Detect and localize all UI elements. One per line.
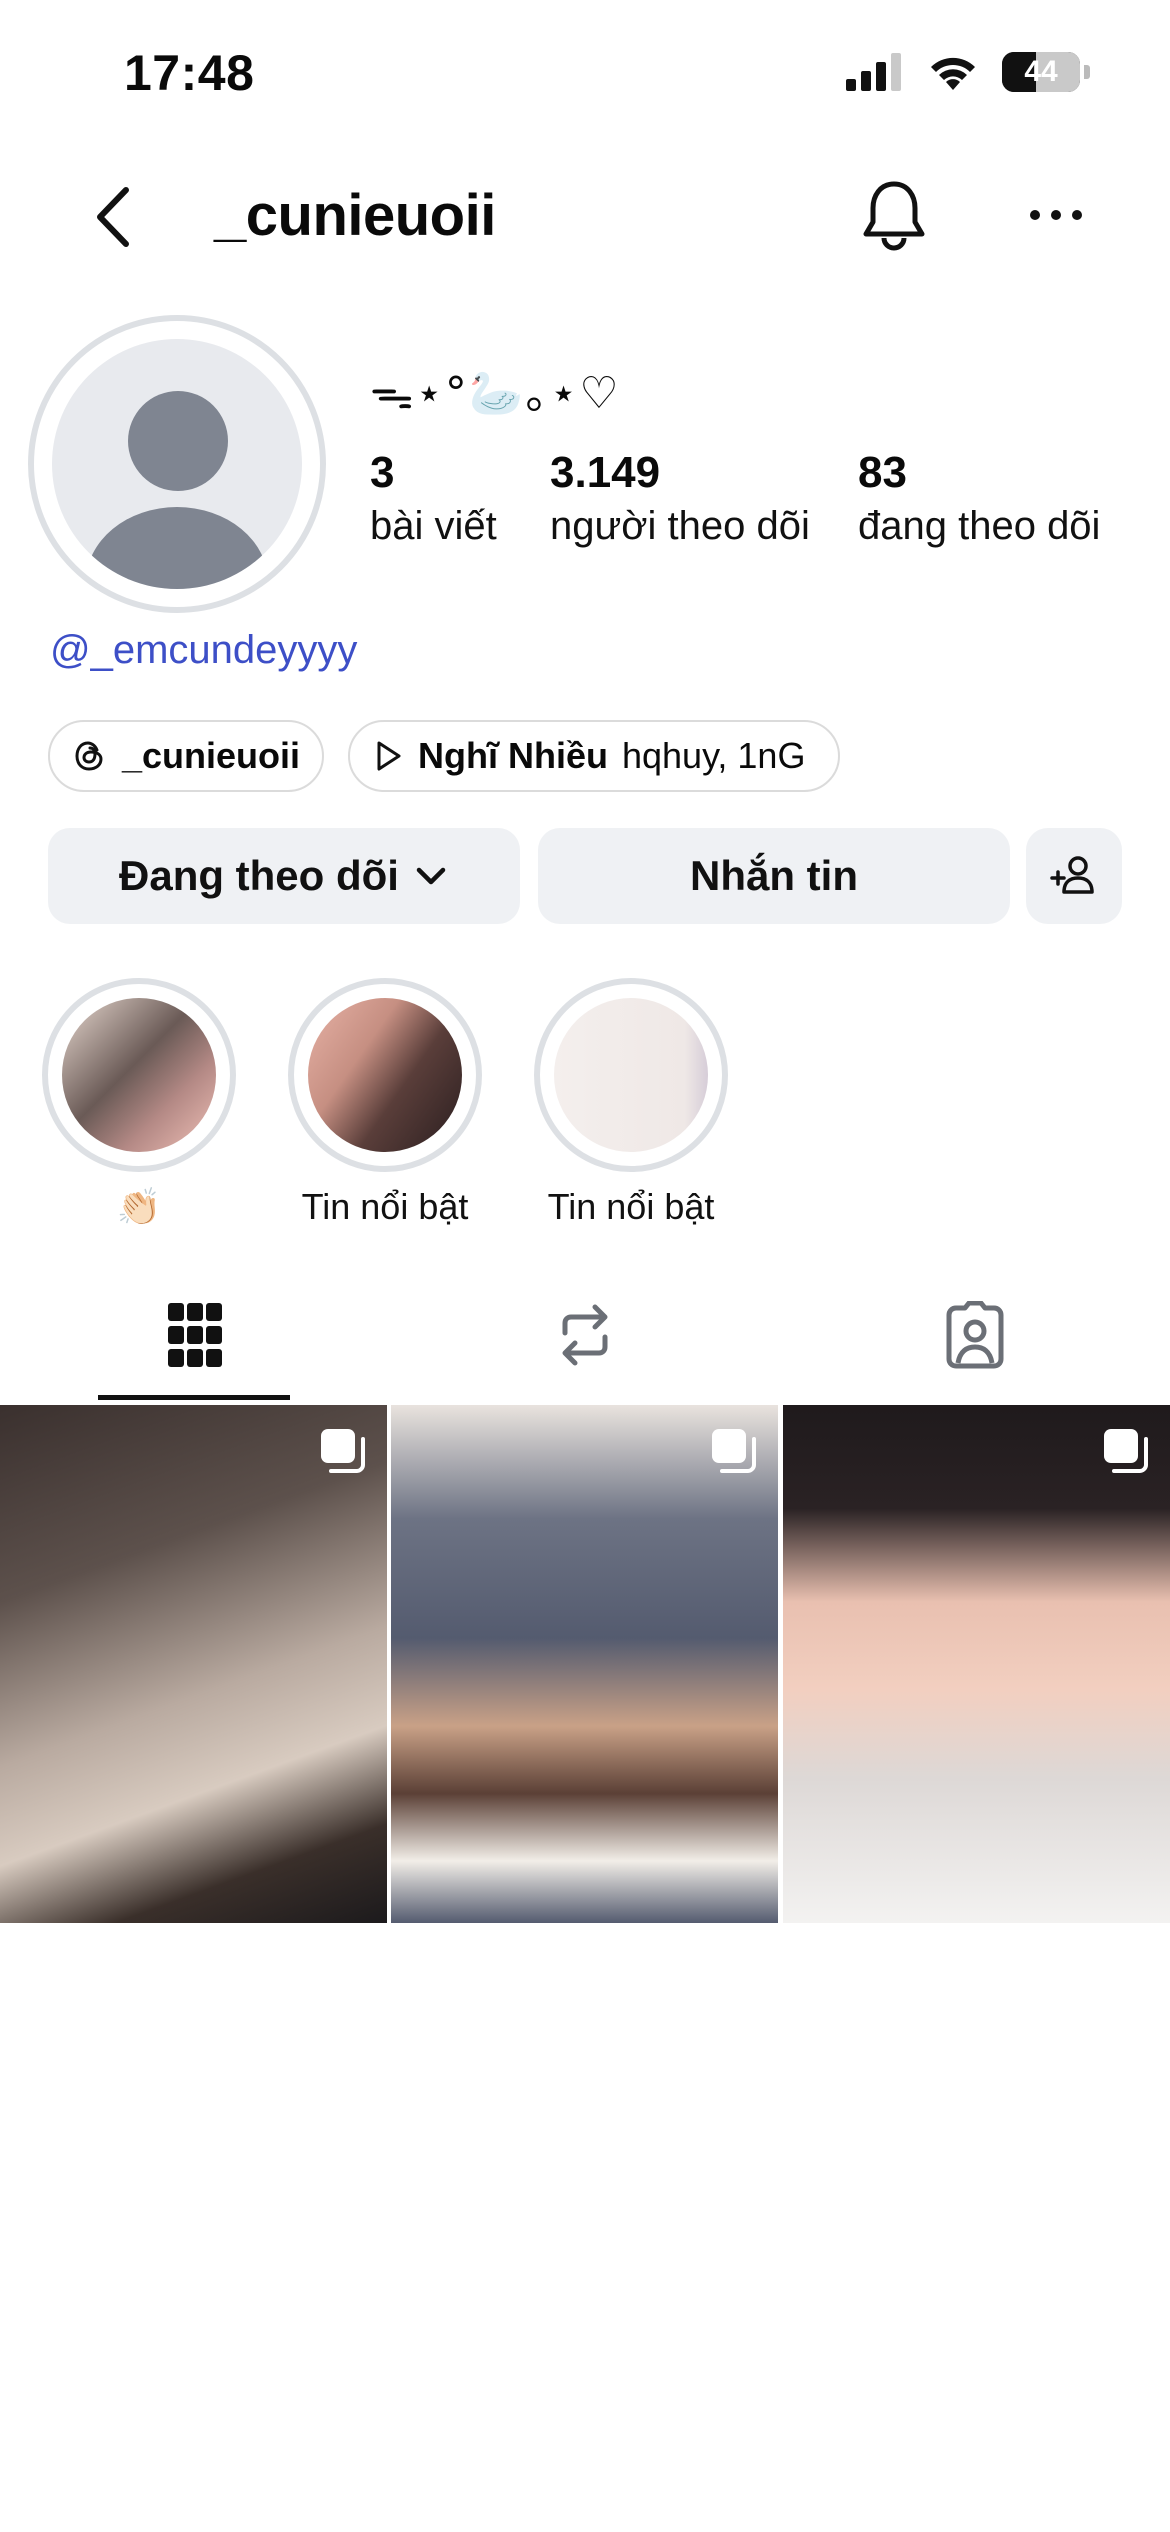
- add-person-icon: [1050, 856, 1094, 894]
- profile-tabs: [0, 1270, 1170, 1400]
- battery-icon: 44: [1002, 52, 1080, 92]
- status-time: 17:48: [124, 45, 255, 101]
- reposts-icon: [562, 1304, 608, 1366]
- music-artist: hqhuy, 1nG: [621, 735, 806, 776]
- message-button-label: Nhắn tin: [690, 852, 858, 899]
- battery-cap: [1084, 65, 1090, 79]
- stat-following-label: đang theo dõi: [858, 504, 1101, 548]
- display-name: ᯓ⋆°🦢｡⋆♡: [370, 368, 621, 419]
- post-thumbnail[interactable]: [391, 1405, 778, 1923]
- stat-posts[interactable]: 3 bài viết: [370, 448, 497, 554]
- stat-followers[interactable]: 3.149 người theo dõi: [550, 448, 810, 554]
- stat-followers-label: người theo dõi: [550, 504, 810, 548]
- threads-icon: [75, 741, 103, 771]
- highlight-caption: Tin nổi bật: [301, 1186, 469, 1227]
- battery-level: 44: [1024, 55, 1058, 88]
- grid-icon: [168, 1303, 222, 1367]
- suggest-people-button[interactable]: [1026, 828, 1122, 924]
- highlight-item[interactable]: Tin nổi bật: [288, 978, 482, 1228]
- following-button[interactable]: Đang theo dõi: [48, 828, 520, 924]
- posts-grid: [0, 1405, 1170, 1923]
- highlight-cover: [42, 978, 236, 1172]
- chevron-left-icon[interactable]: [88, 182, 138, 252]
- more-horizontal-icon[interactable]: [1028, 200, 1084, 230]
- stat-followers-count: 3.149: [550, 448, 661, 497]
- highlight-item[interactable]: 👏🏻: [42, 978, 236, 1228]
- tab-posts-grid[interactable]: [0, 1270, 390, 1400]
- stat-posts-label: bài viết: [370, 504, 497, 548]
- wifi-icon: [931, 57, 975, 90]
- stat-following[interactable]: 83 đang theo dõi: [858, 448, 1100, 554]
- tab-tagged[interactable]: [780, 1270, 1170, 1400]
- cellular-signal-icon: [846, 53, 901, 91]
- bio-mention-link[interactable]: @_emcundeyyyy: [50, 628, 357, 673]
- avatar[interactable]: [28, 315, 326, 613]
- status-icons: 44: [846, 52, 1090, 92]
- active-tab-indicator: [98, 1395, 290, 1400]
- stat-posts-count: 3: [370, 448, 395, 497]
- highlight-caption: Tin nổi bật: [547, 1186, 715, 1227]
- highlight-cover: [288, 978, 482, 1172]
- multiple-photos-icon: [321, 1429, 365, 1473]
- music-song-title: Nghĩ Nhiều: [418, 735, 608, 776]
- multiple-photos-icon: [712, 1429, 756, 1473]
- status-bar: 17:48 44: [0, 0, 1170, 150]
- chevron-down-icon: [416, 867, 446, 885]
- multiple-photos-icon: [1104, 1429, 1148, 1473]
- following-button-label: Đang theo dõi: [119, 852, 399, 899]
- profile-header: _cunieuoii: [0, 160, 1170, 270]
- tab-reposts[interactable]: [390, 1270, 780, 1400]
- music-chip[interactable]: Nghĩ Nhiều hqhuy, 1nG: [348, 720, 840, 792]
- play-icon: [377, 741, 401, 771]
- message-button[interactable]: Nhắn tin: [538, 828, 1010, 924]
- tagged-icon: [946, 1301, 1004, 1369]
- stat-following-count: 83: [858, 448, 907, 497]
- bell-icon[interactable]: [858, 178, 930, 252]
- highlight-cover: [534, 978, 728, 1172]
- threads-handle: _cunieuoii: [121, 735, 300, 776]
- default-avatar-icon: [52, 339, 302, 589]
- highlight-item[interactable]: Tin nổi bật: [534, 978, 728, 1228]
- username-title: _cunieuoii: [214, 183, 496, 248]
- highlight-caption: 👏🏻: [116, 1186, 162, 1227]
- post-thumbnail[interactable]: [783, 1405, 1170, 1923]
- post-thumbnail[interactable]: [0, 1405, 387, 1923]
- threads-chip[interactable]: _cunieuoii: [48, 720, 324, 792]
